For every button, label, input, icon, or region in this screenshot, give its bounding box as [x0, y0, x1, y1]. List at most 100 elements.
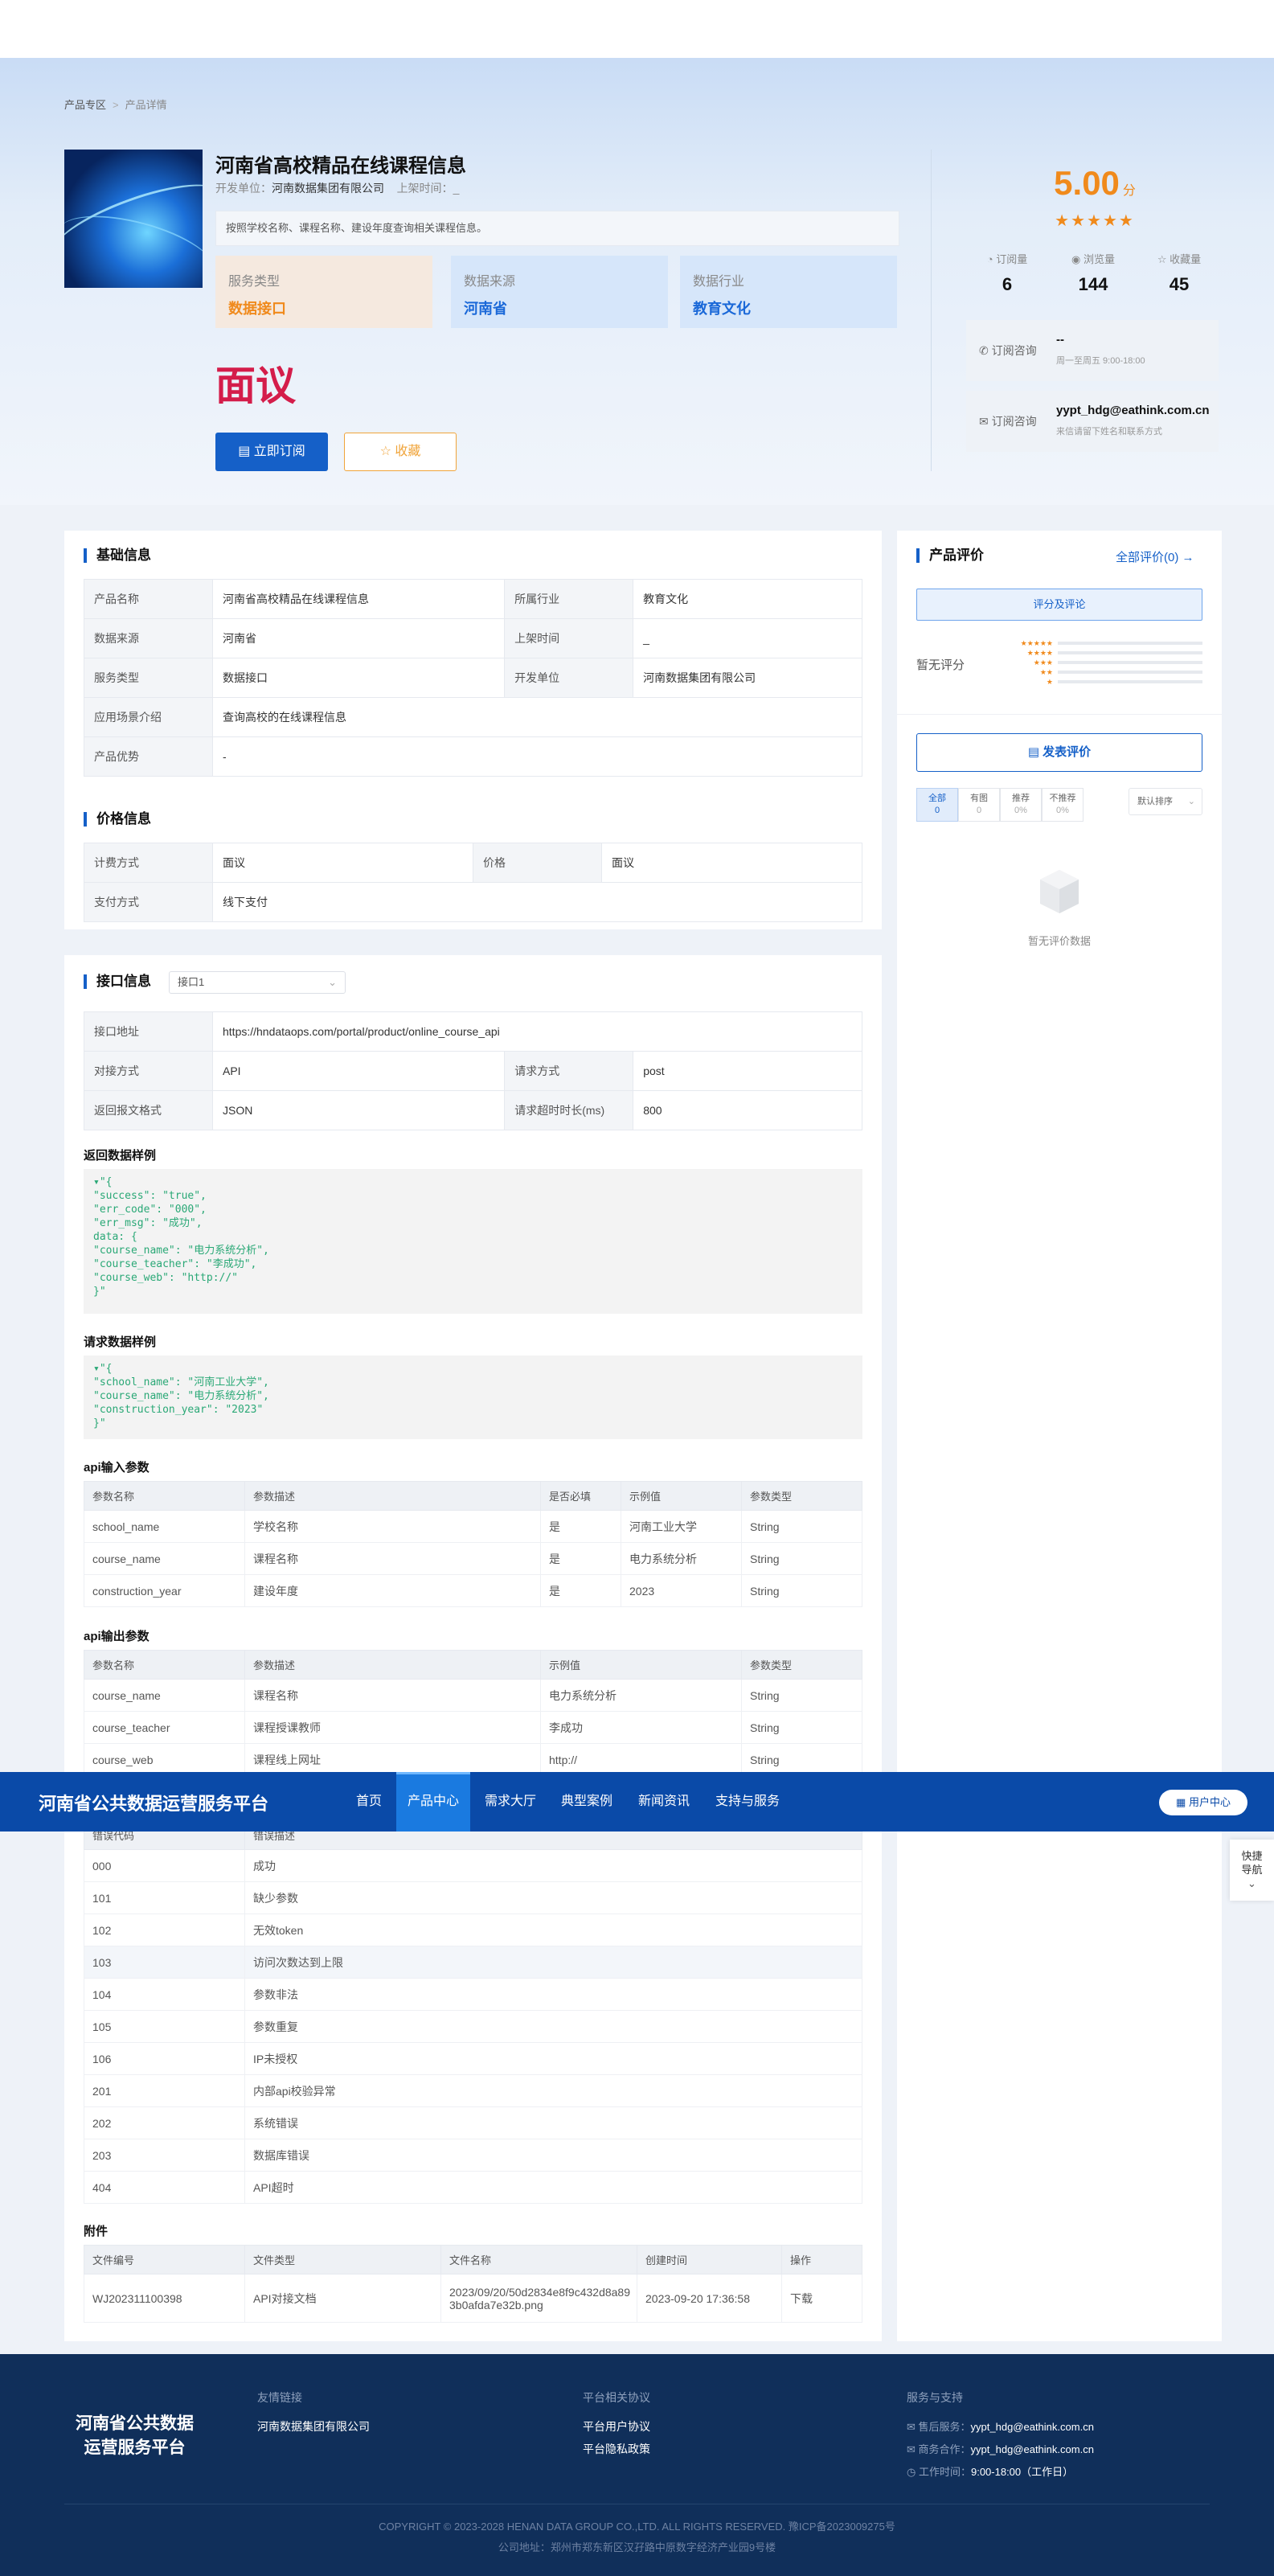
rating-bar	[1058, 651, 1202, 654]
tab-rating-comments[interactable]: 评分及评论	[916, 589, 1202, 621]
footer-link-henan-data[interactable]: 河南数据集团有限公司	[257, 2418, 370, 2434]
table-cell: String	[741, 1574, 862, 1607]
post-review-button[interactable]: ▤ 发表评价	[916, 733, 1202, 772]
filter-count: 0%	[1014, 806, 1027, 815]
tag-label: 数据行业	[693, 275, 745, 289]
stat-label: 订阅量	[996, 253, 1028, 265]
file-type: API对接文档	[244, 2274, 441, 2323]
quick-nav-button[interactable]: 快捷导航 ⌄	[1230, 1840, 1274, 1901]
table-row: 服务类型 数据接口 开发单位 河南数据集团有限公司	[84, 658, 862, 698]
rating-score: 5.00 分	[966, 164, 1223, 203]
table-row: 产品优势 -	[84, 736, 862, 777]
breadcrumb-separator: >	[113, 99, 119, 111]
consult-phone: --	[1056, 333, 1064, 347]
api-select[interactable]: 接口1 ⌄	[169, 971, 346, 994]
filter-not-recommend[interactable]: 不推荐 0%	[1042, 788, 1084, 822]
request-sample-code: ▾"{ "school_name": "河南工业大学", "course_nam…	[84, 1356, 862, 1439]
listed-label: 上架时间：	[396, 182, 453, 195]
table-cell: 数据库错误	[244, 2139, 862, 2172]
favorite-button[interactable]: ☆ 收藏	[344, 433, 457, 471]
field-value: API	[211, 1051, 506, 1091]
table-cell: 课程名称	[244, 1542, 541, 1575]
table-row: 202 系统错误	[84, 2106, 862, 2139]
table-row: course_name 课程名称 电力系统分析 String	[84, 1679, 862, 1712]
table-row: 产品名称 河南省高校精品在线课程信息 所属行业 教育文化	[84, 579, 862, 619]
subscribe-label: 立即订阅	[253, 445, 305, 458]
footer-privacy-policy[interactable]: 平台隐私政策	[583, 2441, 650, 2457]
column-header: 是否必填	[540, 1481, 621, 1511]
product-description: 按照学校名称、课程名称、建设年度查询相关课程信息。	[215, 211, 899, 246]
rating-stars: ★★★★★	[1055, 212, 1135, 230]
column-header: 参数名称	[84, 1650, 245, 1680]
tag-value: 教育文化	[693, 301, 751, 317]
user-center-button[interactable]: ▦ 用户中心	[1159, 1790, 1247, 1815]
table-cell: 电力系统分析	[621, 1542, 742, 1575]
column-header: 文件名称	[440, 2245, 637, 2275]
subscribe-button[interactable]: ▤ 立即订阅	[215, 433, 328, 471]
footer-address: 公司地址：郑州市郑东新区汉孖路中原数字经济产业园9号楼	[498, 2541, 776, 2553]
filter-recommend[interactable]: 推荐 0%	[1000, 788, 1042, 822]
table-cell: 404	[84, 2171, 245, 2204]
nav-product-center[interactable]: 产品中心	[396, 1772, 471, 1832]
table-cell: 河南工业大学	[621, 1510, 742, 1543]
nav-support[interactable]: 支持与服务	[715, 1772, 780, 1832]
rating-bar	[1058, 680, 1202, 683]
footer-value: yypt_hdg@eathink.com.cn	[970, 2443, 1094, 2455]
footer-links-heading: 友情链接	[257, 2391, 302, 2404]
subscribe-icon: ▤	[238, 445, 254, 458]
star-icon: ☆	[1157, 253, 1170, 265]
field-value: 面议	[212, 843, 473, 883]
post-review-label: 发表评价	[1043, 745, 1092, 759]
consult-label: 订阅咨询	[991, 415, 1037, 428]
column-header: 创建时间	[637, 2245, 782, 2275]
response-sample-title: 返回数据样例	[84, 1149, 157, 1163]
table-cell: 105	[84, 2010, 245, 2043]
chevron-down-icon: ⌄	[1187, 797, 1195, 806]
sort-select[interactable]: 默认排序 ⌄	[1129, 788, 1202, 815]
filter-all[interactable]: 全部 0	[916, 788, 958, 822]
table-cell: course_teacher	[84, 1711, 245, 1744]
footer-service-heading: 服务与支持	[907, 2391, 963, 2404]
nav-news[interactable]: 新闻资讯	[638, 1772, 690, 1832]
response-sample-code: ▾"{ "success": "true", "err_code": "000"…	[84, 1169, 862, 1314]
field-value: post	[633, 1051, 862, 1091]
table-cell: 参数重复	[244, 2010, 862, 2043]
nav-home[interactable]: 首页	[356, 1772, 382, 1832]
table-cell: 101	[84, 1881, 245, 1914]
phone-icon: ✆	[979, 344, 992, 357]
filter-with-image[interactable]: 有图 0	[958, 788, 1000, 822]
api-info-card: 接口信息 接口1 ⌄ 接口地址 https://hndataops.com/port…	[64, 955, 882, 2341]
nav-demand-hall[interactable]: 需求大厅	[485, 1772, 536, 1832]
stat-label: 浏览量	[1083, 253, 1115, 265]
platform-brand[interactable]: 河南省公共数据运营服务平台	[39, 1790, 268, 1815]
column-header: 参数描述	[244, 1481, 541, 1511]
file-id: WJ202311100398	[84, 2274, 245, 2323]
product-thumbnail	[64, 150, 203, 288]
developer-value: 河南数据集团有限公司	[272, 182, 384, 195]
consult-email: yypt_hdg@eathink.com.cn	[1056, 404, 1210, 417]
footer-copyright: COPYRIGHT © 2023-2028 HENAN DATA GROUP C…	[379, 2521, 895, 2533]
top-blank-header	[0, 0, 1274, 58]
breadcrumb-home[interactable]: 产品专区	[64, 99, 106, 111]
column-header: 文件编号	[84, 2245, 245, 2275]
tag-industry: 数据行业 教育文化	[680, 256, 897, 328]
footer-brand-line: 河南省公共数据	[76, 2414, 194, 2433]
table-cell: 内部api校验异常	[244, 2074, 862, 2107]
footer-user-agreement[interactable]: 平台用户协议	[583, 2418, 650, 2434]
api-input-table: 参数名称 参数描述 是否必填 示例值 参数类型 school_name 学校名称是河南工业…	[84, 1481, 862, 1607]
table-cell: 访问次数达到上限	[244, 1946, 862, 1979]
table-cell: 课程授课教师	[244, 1711, 541, 1744]
footer-brand: 河南省公共数据 运营服务平台	[76, 2412, 194, 2460]
field-label: 价格	[473, 843, 602, 883]
nav-cases[interactable]: 典型案例	[561, 1772, 612, 1832]
table-row: 101 缺少参数	[84, 1881, 862, 1914]
field-label: 返回报文格式	[84, 1090, 213, 1130]
filter-label: 有图	[970, 794, 988, 803]
field-value: 数据接口	[211, 658, 506, 698]
download-link[interactable]: 下载	[781, 2274, 862, 2323]
stat-value: 6	[1002, 274, 1013, 294]
table-header-row: 参数名称 参数描述 示例值 参数类型	[84, 1650, 862, 1680]
all-reviews-link[interactable]: 全部评价(0) →	[1116, 548, 1194, 565]
footer-value: yypt_hdg@eathink.com.cn	[970, 2421, 1094, 2433]
consult-email-note: 来信请留下姓名和联系方式	[1056, 427, 1162, 437]
